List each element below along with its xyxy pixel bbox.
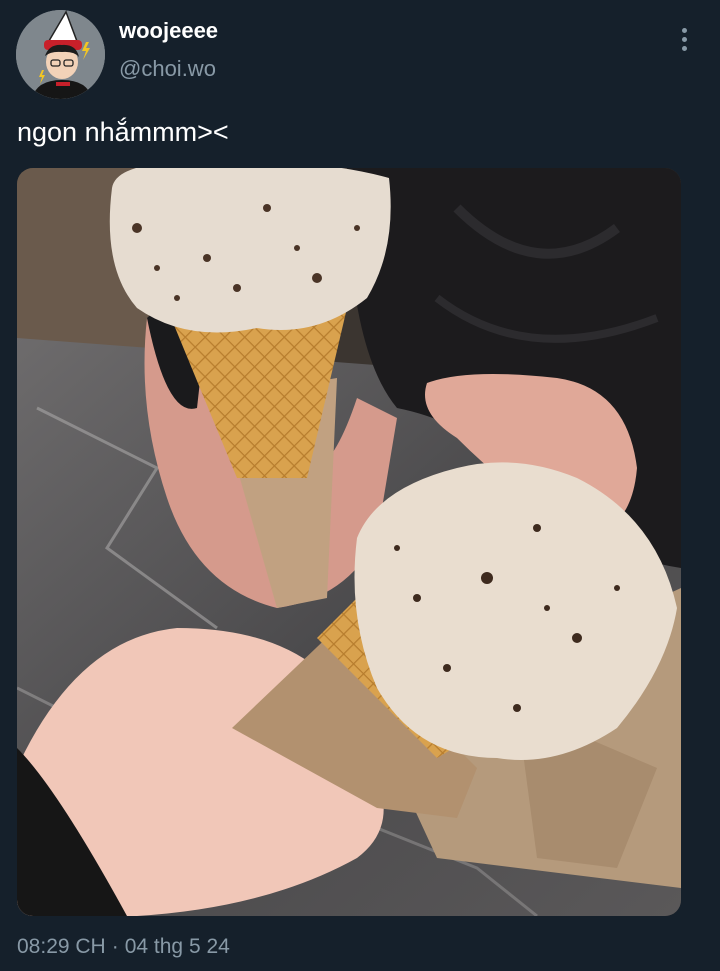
tweet-photo[interactable] [17, 168, 681, 916]
display-name[interactable]: woojeeee [119, 18, 218, 44]
more-options-button[interactable] [671, 24, 697, 54]
tweet-time: 08:29 CH [17, 935, 106, 958]
user-avatar-icon [16, 10, 105, 99]
tweet: woojeeee @choi.wo ngon nhắmmm>< 08:29 CH… [0, 0, 720, 971]
meta-separator: · [111, 935, 119, 958]
tweet-text: ngon nhắmmm>< [17, 117, 229, 147]
ice-cream-cones-photo-icon [17, 168, 681, 916]
user-handle[interactable]: @choi.wo [119, 56, 216, 82]
tweet-timestamp[interactable]: 08:29 CH · 04 thg 5 24 [17, 934, 230, 960]
tweet-date: 04 thg 5 24 [124, 935, 230, 958]
vertical-ellipsis-icon [681, 27, 687, 33]
avatar[interactable] [16, 10, 105, 99]
